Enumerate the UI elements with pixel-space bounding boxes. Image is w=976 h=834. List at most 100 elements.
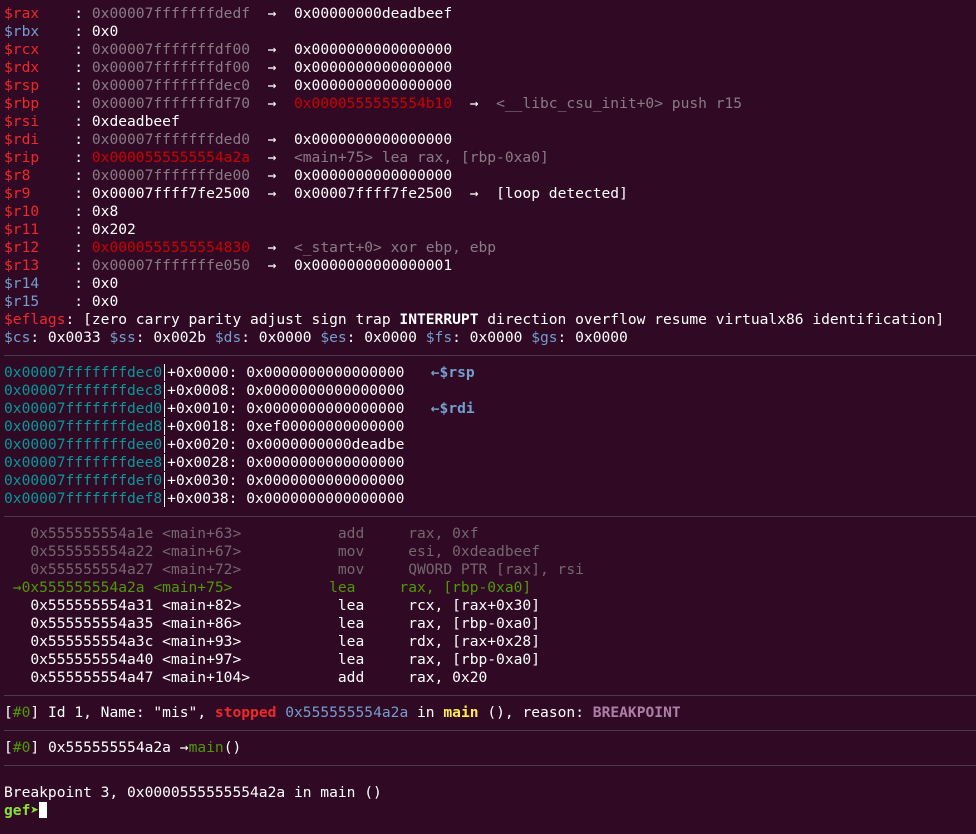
thread-info: Id 1, Name: "mis", bbox=[39, 704, 215, 721]
stack-address: 0x00007fffffffdec0 bbox=[4, 364, 163, 381]
stack-offset: +0x0028: bbox=[164, 454, 247, 471]
trace-address: 0x555555554a2a bbox=[39, 739, 180, 756]
register-name: $r14 bbox=[4, 275, 75, 292]
register-colon: : bbox=[74, 5, 92, 22]
register-row: $rdx : 0x00007fffffffdf00 → 0x0000000000… bbox=[0, 59, 976, 77]
prompt-line[interactable]: gef➤ bbox=[0, 802, 976, 820]
register-colon: : bbox=[74, 95, 92, 112]
register-value: 0x00007fffffffdf70 bbox=[91, 95, 251, 112]
trace-function: main bbox=[188, 739, 224, 756]
stack-register-tag: ←$rdi bbox=[404, 400, 475, 417]
register-value: 0x0000555555554a2a bbox=[91, 149, 251, 166]
stack-offset: +0x0000: bbox=[164, 364, 247, 381]
current-instruction-arrow-icon bbox=[4, 597, 30, 614]
stack-row: 0x00007fffffffdee8 +0x0028: 0x00000000000… bbox=[0, 454, 976, 472]
register-name: $r12 bbox=[4, 239, 75, 256]
stack-value: 0x0000000000000000 bbox=[246, 364, 405, 381]
thread-in: in bbox=[408, 704, 444, 721]
register-value: 0x00007fffffffdedf bbox=[91, 5, 251, 22]
register-value: 0x00007fffffffded0 bbox=[91, 131, 251, 148]
register-row: $rcx : 0x00007fffffffdf00 → 0x0000000000… bbox=[0, 41, 976, 59]
register-row: $rbp : 0x00007fffffffdf70 → 0x0000555555… bbox=[0, 95, 976, 113]
chain-arrow-icon: → bbox=[250, 95, 294, 112]
thread-bracket-open: [ bbox=[4, 704, 13, 721]
eflags-flags-pre: [zero carry parity adjust sign trap bbox=[83, 311, 400, 328]
register-name: $rax bbox=[4, 5, 75, 22]
current-instruction-arrow-icon bbox=[4, 669, 30, 686]
register-row: $r13 : 0x00007fffffffe050 → 0x0000000000… bbox=[0, 257, 976, 275]
register-name: $r15 bbox=[4, 293, 75, 310]
stack-offset: +0x0030: bbox=[164, 472, 247, 489]
thread-space bbox=[276, 704, 285, 721]
code-row: 0x555555554a40 <main+97> lea rax, [rbp-0… bbox=[0, 651, 976, 669]
terminal-window[interactable]: $rax : 0x00007fffffffdedf → 0x00000000de… bbox=[0, 0, 976, 834]
trace-index: #0 bbox=[12, 739, 31, 756]
text-cursor[interactable] bbox=[39, 802, 48, 818]
register-name: $rsi bbox=[4, 113, 75, 130]
register-deref-value: 0x00000000deadbeef bbox=[293, 5, 453, 22]
instruction-symbol: <main+93> bbox=[162, 633, 338, 650]
stack-value: 0x0000000000000000 bbox=[246, 400, 405, 417]
register-name: $r13 bbox=[4, 257, 75, 274]
prompt-label: gef bbox=[4, 802, 31, 819]
instruction-address: 0x555555554a47 bbox=[30, 669, 163, 686]
instruction-operands: rax, 0x20 bbox=[408, 669, 488, 686]
segment-registers-line: $cs: 0x0033 $ss: 0x002b $ds: 0x0000 $es:… bbox=[0, 329, 976, 347]
stack-row: 0x00007fffffffdee0 +0x0020: 0x0000000000d… bbox=[0, 436, 976, 454]
instruction-address: 0x555555554a27 bbox=[30, 561, 163, 578]
thread-reason: BREAKPOINT bbox=[592, 704, 681, 721]
trace-arrow-icon: → bbox=[179, 739, 189, 756]
stack-offset: +0x0010: bbox=[164, 400, 247, 417]
register-value: 0x00007fffffffdec0 bbox=[91, 77, 251, 94]
stack-value: 0x0000000000deadbe bbox=[246, 436, 405, 453]
instruction-operands: QWORD PTR [rax], rsi bbox=[408, 561, 584, 578]
register-name: $r8 bbox=[4, 167, 75, 184]
instruction-address: 0x555555554a31 bbox=[30, 597, 163, 614]
register-deref-value: <_start+0> xor ebp, ebp bbox=[293, 239, 497, 256]
trace-separator bbox=[4, 730, 976, 731]
instruction-opcode: lea bbox=[329, 579, 400, 596]
register-colon: : bbox=[74, 59, 92, 76]
register-colon: : bbox=[74, 275, 92, 292]
eflags-line: $eflags: [zero carry parity adjust sign … bbox=[0, 311, 976, 329]
instruction-symbol: <main+97> bbox=[162, 651, 338, 668]
register-value: 0x0 bbox=[91, 293, 119, 310]
register-deref-value: 0x0000000000000000 bbox=[293, 41, 453, 58]
register-value: 0x00007fffffffde00 bbox=[91, 167, 251, 184]
stack-address: 0x00007fffffffded8 bbox=[4, 418, 163, 435]
register-name: $rbx bbox=[4, 23, 75, 40]
instruction-operands: rcx, [rax+0x30] bbox=[408, 597, 540, 614]
instruction-opcode: lea bbox=[337, 651, 409, 668]
chain-arrow-icon: → bbox=[250, 41, 294, 58]
code-row: 0x555555554a35 <main+86> lea rax, [rbp-0… bbox=[0, 615, 976, 633]
instruction-symbol: <main+63> bbox=[162, 525, 338, 542]
register-name: $r9 bbox=[4, 185, 75, 202]
instruction-opcode: lea bbox=[337, 615, 409, 632]
thread-function: main bbox=[443, 704, 479, 721]
register-value: 0x00007fffffffdf00 bbox=[91, 41, 251, 58]
register-deref-value: <__libc_csu_init+0> push r15 bbox=[496, 95, 743, 112]
segment-name: $fs bbox=[425, 329, 453, 346]
prompt-arrow-icon: ➤ bbox=[30, 802, 40, 819]
register-deref-value: 0x0000555555554b10 bbox=[293, 95, 453, 112]
instruction-opcode: mov bbox=[337, 543, 409, 560]
stack-value: 0x0000000000000000 bbox=[246, 454, 405, 471]
segment-name: $es bbox=[320, 329, 347, 346]
register-deref-value: 0x00007ffff7fe2500 bbox=[293, 185, 453, 202]
code-row: 0x555555554a22 <main+67> mov esi, 0xdead… bbox=[0, 543, 976, 561]
current-instruction-arrow-icon bbox=[4, 525, 30, 542]
register-row: $rbx : 0x0 bbox=[0, 23, 976, 41]
thread-reason-label: (), reason: bbox=[478, 704, 593, 721]
chain-arrow-icon: → bbox=[250, 257, 294, 274]
segment-name: $ss bbox=[109, 329, 136, 346]
register-name: $rbp bbox=[4, 95, 75, 112]
register-value: 0x0000555555554830 bbox=[91, 239, 251, 256]
stack-offset: +0x0008: bbox=[164, 382, 247, 399]
thread-stopped-status: stopped bbox=[214, 704, 277, 721]
chain-arrow-icon: → bbox=[250, 131, 294, 148]
instruction-operands: esi, 0xdeadbeef bbox=[408, 543, 540, 560]
eflags-interrupt-flag: INTERRUPT bbox=[399, 311, 479, 328]
chain-arrow-icon: → bbox=[452, 185, 497, 202]
instruction-address: 0x555555554a1e bbox=[30, 525, 163, 542]
stack-separator bbox=[4, 355, 976, 356]
